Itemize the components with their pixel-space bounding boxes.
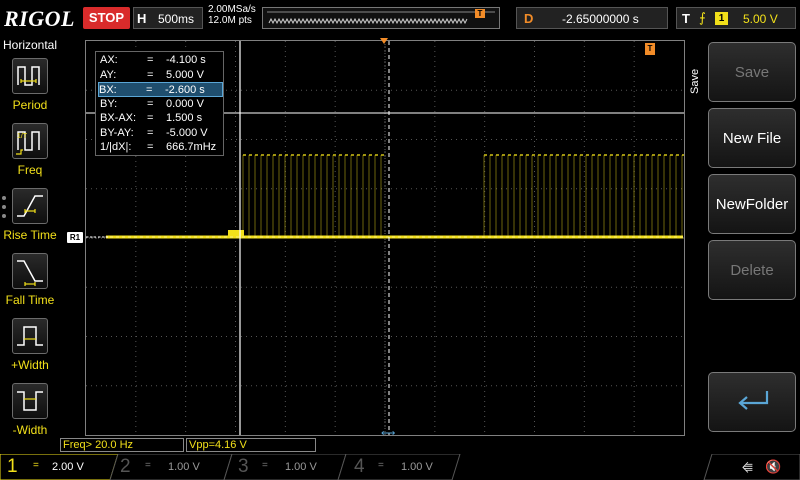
freq-label: Freq [17, 163, 43, 177]
measure-fall-time[interactable]: Fall Time [0, 253, 60, 315]
channel1-coupling: = [33, 460, 39, 471]
timebase-value: 500ms [158, 12, 195, 26]
trigger-source: 1 [715, 12, 728, 25]
cursor-row-ay: AY: = 5.000 V [100, 68, 204, 81]
channel3-tab[interactable]: 3 = 1.00 V [226, 454, 340, 480]
memory-overview-waveform [267, 11, 495, 25]
period-icon [12, 58, 48, 94]
delay-value: -2.65000000 s [562, 12, 639, 26]
cursor-readout-panel: AX: = -4.100 s AY: = 5.000 V BX: = -2.600 s BY… [95, 51, 224, 156]
menu-title: Horizontal [2, 38, 58, 52]
measure-period[interactable]: Period [0, 58, 60, 120]
channel2-number: 2 [120, 456, 131, 477]
positive-width-label: +Width [11, 358, 49, 372]
horizontal-trigger-position-marker [380, 38, 388, 44]
measurement-vpp: Vpp=4.16 V [186, 438, 316, 452]
negative-width-icon [12, 383, 48, 419]
cursor-row-by: BY: = 0.000 V [100, 97, 204, 110]
save-menu-title: Save [689, 68, 701, 94]
measure-negative-width[interactable]: -Width [0, 383, 60, 445]
channel4-coupling: = [378, 460, 384, 471]
frequency-icon: 1/T [12, 123, 48, 159]
horizontal-move-arrow-icon: ⟷ [381, 428, 396, 439]
channel4-number: 4 [354, 456, 365, 477]
rigol-logo: RIGOL [4, 6, 75, 31]
delay-label: D [524, 11, 534, 26]
rise-time-label: Rise Time [3, 228, 57, 242]
save-button[interactable]: Save [708, 42, 796, 102]
measure-positive-width[interactable]: +Width [0, 318, 60, 380]
return-icon [738, 391, 769, 410]
rise-time-icon [12, 188, 48, 224]
channel3-number: 3 [238, 456, 249, 477]
cursor-row-by-ay: BY-AY: = -5.000 V [100, 126, 208, 139]
rising-edge-icon: ⨍ [699, 10, 706, 25]
trigger-label: T [682, 11, 690, 26]
negative-width-label: -Width [12, 423, 48, 437]
channel1-number: 1 [7, 456, 18, 477]
cursor-row-bx: BX: = -2.600 s [98, 82, 223, 97]
fall-time-label: Fall Time [5, 293, 55, 307]
channel1-ground-marker[interactable]: R1 [67, 232, 83, 243]
channel3-scale: 1.00 V [285, 461, 317, 473]
delete-button[interactable]: Delete [708, 240, 796, 300]
channel2-scale: 1.00 V [168, 461, 200, 473]
memory-depth: 12.0M pts [208, 15, 252, 26]
channel3-coupling: = [262, 460, 268, 471]
period-label: Period [12, 98, 48, 112]
channel1-tab[interactable]: 1 = 2.00 V [0, 454, 112, 480]
positive-width-icon [12, 318, 48, 354]
save-menu: Save Save New File NewFolder Delete [686, 36, 800, 454]
usb-icon: ⭅ [742, 461, 753, 475]
cursor-row-inv-dx: 1/|dX|: = 666.7mHz [100, 141, 217, 153]
trigger-box[interactable]: T ⨍ 1 5.00 V [676, 7, 796, 29]
svg-text:1/T: 1/T [17, 133, 28, 140]
measure-rise-time[interactable]: Rise Time [0, 188, 60, 250]
channel2-tab[interactable]: 2 = 1.00 V [112, 454, 226, 480]
horizontal-label: H [137, 11, 147, 26]
acquisition-info: 2.00MSa/s 12.0M pts [208, 4, 256, 26]
channel4-tab[interactable]: 4 = 1.00 V [340, 454, 454, 480]
trigger-level: 5.00 V [743, 12, 778, 26]
memory-overview-bar: T [262, 7, 500, 29]
new-file-button[interactable]: New File [708, 108, 796, 168]
sample-rate: 2.00MSa/s [208, 4, 256, 15]
top-status-bar: RIGOL STOP H 500ms 2.00MSa/s 12.0M pts T… [0, 0, 800, 36]
measure-freq[interactable]: 1/T Freq [0, 123, 60, 185]
new-folder-button[interactable]: NewFolder [708, 174, 796, 234]
channel1-trace [106, 154, 684, 239]
run-stop-status[interactable]: STOP [83, 7, 130, 29]
timebase-box[interactable]: H 500ms [133, 7, 203, 29]
channel4-scale: 1.00 V [401, 461, 433, 473]
trigger-level-marker: T [645, 43, 655, 55]
trigger-position-marker: T [475, 9, 485, 18]
channel1-scale: 2.00 V [52, 461, 84, 473]
fall-time-icon [12, 253, 48, 289]
measurement-frequency: Freq> 20.0 Hz [60, 438, 184, 452]
channel-status-bar: 1 = 2.00 V 2 = 1.00 V 3 = 1.00 V 4 = 1.0… [0, 454, 800, 480]
return-button[interactable] [708, 372, 796, 432]
delay-box[interactable]: D -2.65000000 s [516, 7, 668, 29]
cursor-row-ax: AX: = -4.100 s [100, 54, 206, 66]
speaker-muted-icon[interactable]: 🔇 [765, 459, 781, 475]
cursor-row-bx-ax: BX-AX: = 1.500 s [100, 112, 203, 124]
channel2-coupling: = [145, 460, 151, 471]
horizontal-measure-menu: Horizontal Period 1/T Freq Rise Time Fal… [0, 36, 60, 454]
